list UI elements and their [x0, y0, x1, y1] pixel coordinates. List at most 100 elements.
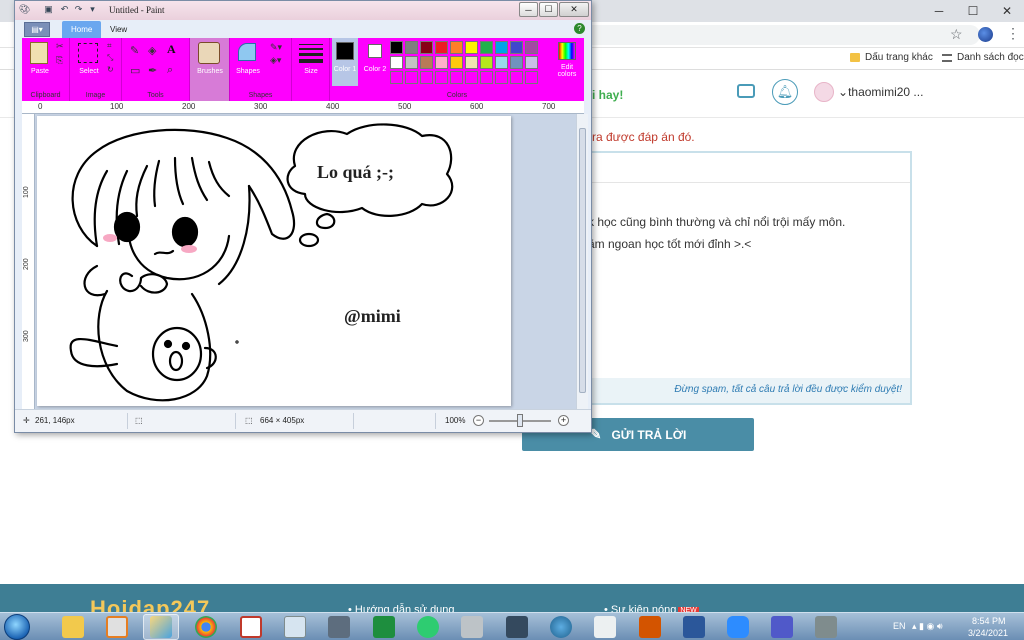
app-icon[interactable] — [594, 616, 616, 638]
resize-icon[interactable]: ⤡ — [107, 53, 113, 63]
username[interactable]: ⌄thaomimi20 ... — [838, 85, 923, 99]
paste-button[interactable]: Paste — [24, 68, 56, 75]
fill-tool-icon[interactable]: ◈ — [148, 44, 156, 57]
color2-selector[interactable]: Color 2 — [362, 38, 388, 86]
palette-swatch[interactable] — [510, 71, 523, 84]
outline-icon[interactable]: ✎▾ — [270, 42, 282, 53]
magnifier-icon[interactable]: ⌕ — [167, 64, 173, 77]
fill-icon[interactable]: ◈▾ — [270, 55, 281, 66]
palette-swatch[interactable] — [525, 71, 538, 84]
brushes-group[interactable]: Brushes — [190, 38, 230, 101]
close-icon[interactable]: ✕ — [559, 2, 589, 17]
qat-dropdown-icon[interactable]: ▾ — [87, 4, 98, 15]
menu-dots-icon[interactable]: ⋮ — [1006, 25, 1020, 42]
vertical-scrollbar[interactable] — [576, 114, 588, 409]
bookmark-reading-list[interactable]: Danh sách đọc — [942, 52, 1024, 63]
address-bar[interactable] — [560, 25, 980, 45]
palette-swatch[interactable] — [405, 41, 418, 54]
scroll-thumb[interactable] — [579, 128, 586, 393]
tab-home[interactable]: Home — [62, 21, 102, 38]
edit-colors-button[interactable]: Edit colors — [552, 38, 582, 86]
rotate-icon[interactable]: ↻ — [107, 65, 114, 74]
palette-swatch[interactable] — [390, 71, 403, 84]
undo-icon[interactable]: ↶ — [59, 4, 70, 15]
chrome-icon[interactable] — [195, 616, 217, 638]
paste-icon[interactable] — [30, 42, 48, 64]
star-icon[interactable]: ☆ — [950, 26, 963, 43]
answer-editor[interactable]: k học cũng bình thường và chỉ nổi trội m… — [586, 151, 912, 405]
select-icon[interactable] — [78, 43, 98, 63]
palette-swatch[interactable] — [525, 41, 538, 54]
minimize-icon[interactable]: ─ — [922, 0, 956, 22]
palette-swatch[interactable] — [405, 71, 418, 84]
tray-icons[interactable]: ▴ ▮ ◉ 🔊︎ — [912, 621, 943, 632]
app-icon[interactable] — [417, 616, 439, 638]
tab-view[interactable]: View — [101, 21, 136, 38]
paint-canvas[interactable]: Lo quá ;-; @mimi — [37, 116, 511, 406]
clock-time[interactable]: 8:54 PM — [972, 616, 1006, 626]
app-icon[interactable] — [240, 616, 262, 638]
app-icon[interactable] — [815, 616, 837, 638]
file-menu-button[interactable]: ▤▾ — [24, 22, 50, 37]
palette-swatch[interactable] — [495, 41, 508, 54]
redo-icon[interactable]: ↷ — [73, 4, 84, 15]
palette-swatch[interactable] — [495, 71, 508, 84]
palette-swatch[interactable] — [420, 41, 433, 54]
palette-swatch[interactable] — [450, 71, 463, 84]
shapes-icon[interactable] — [238, 43, 256, 61]
palette-swatch[interactable] — [510, 41, 523, 54]
chat-icon[interactable] — [737, 84, 755, 98]
palette-swatch[interactable] — [450, 41, 463, 54]
palette-swatch[interactable] — [465, 56, 478, 69]
zoom-out-icon[interactable]: − — [473, 415, 484, 426]
ie-icon[interactable] — [550, 616, 572, 638]
clock-date[interactable]: 3/24/2021 — [968, 628, 1008, 638]
profile-icon[interactable] — [978, 27, 993, 42]
palette-swatch[interactable] — [495, 56, 508, 69]
palette-swatch[interactable] — [390, 56, 403, 69]
palette-swatch[interactable] — [435, 41, 448, 54]
palette-swatch[interactable] — [390, 41, 403, 54]
copy-icon[interactable]: ⎘ — [56, 55, 63, 66]
size-group[interactable]: Size — [292, 38, 330, 101]
language-indicator[interactable]: EN — [893, 621, 906, 631]
shapes-button[interactable]: Shapes — [230, 68, 266, 75]
palette-swatch[interactable] — [420, 56, 433, 69]
zoom-in-icon[interactable]: + — [558, 415, 569, 426]
text-tool-icon[interactable]: A — [167, 42, 176, 57]
palette-swatch[interactable] — [480, 56, 493, 69]
select-button[interactable]: Select — [72, 68, 106, 75]
color-picker-icon[interactable]: ✒ — [148, 64, 157, 77]
minimize-icon[interactable]: ─ — [519, 2, 538, 17]
palette-swatch[interactable] — [480, 41, 493, 54]
palette-swatch[interactable] — [450, 56, 463, 69]
zoom-app-icon[interactable] — [727, 616, 749, 638]
palette-swatch[interactable] — [525, 56, 538, 69]
cut-icon[interactable]: ✂ — [56, 41, 64, 52]
palette-swatch[interactable] — [480, 71, 493, 84]
powerpoint-icon[interactable] — [639, 616, 661, 638]
paint-taskbar-icon[interactable] — [150, 616, 172, 638]
paint-title-bar[interactable]: 🎨︎ ▣ ↶ ↷ ▾ Untitled - Paint ─ ☐ ✕ — [15, 1, 591, 20]
size-button[interactable]: Size — [292, 68, 330, 75]
palette-swatch[interactable] — [435, 71, 448, 84]
app-icon[interactable] — [506, 616, 528, 638]
eraser-tool-icon[interactable]: ▭ — [130, 64, 140, 77]
zoom-slider-thumb[interactable] — [517, 414, 523, 427]
palette-swatch[interactable] — [420, 71, 433, 84]
palette-swatch[interactable] — [465, 71, 478, 84]
color1-selector[interactable]: Color 1 — [332, 38, 358, 86]
calculator-icon[interactable] — [284, 616, 306, 638]
palette-swatch[interactable] — [465, 41, 478, 54]
palette-swatch[interactable] — [405, 56, 418, 69]
app-icon[interactable] — [461, 616, 483, 638]
bookmark-other[interactable]: Dấu trang khác — [850, 52, 933, 63]
maximize-icon[interactable]: ☐ — [539, 2, 558, 17]
close-icon[interactable]: ✕ — [990, 0, 1024, 22]
teams-icon[interactable] — [771, 616, 793, 638]
bell-icon[interactable]: 🔔︎ — [772, 79, 798, 105]
media-player-icon[interactable] — [106, 616, 128, 638]
brushes-button[interactable]: Brushes — [190, 68, 230, 75]
palette-swatch[interactable] — [435, 56, 448, 69]
pencil-tool-icon[interactable]: ✎ — [130, 44, 139, 57]
